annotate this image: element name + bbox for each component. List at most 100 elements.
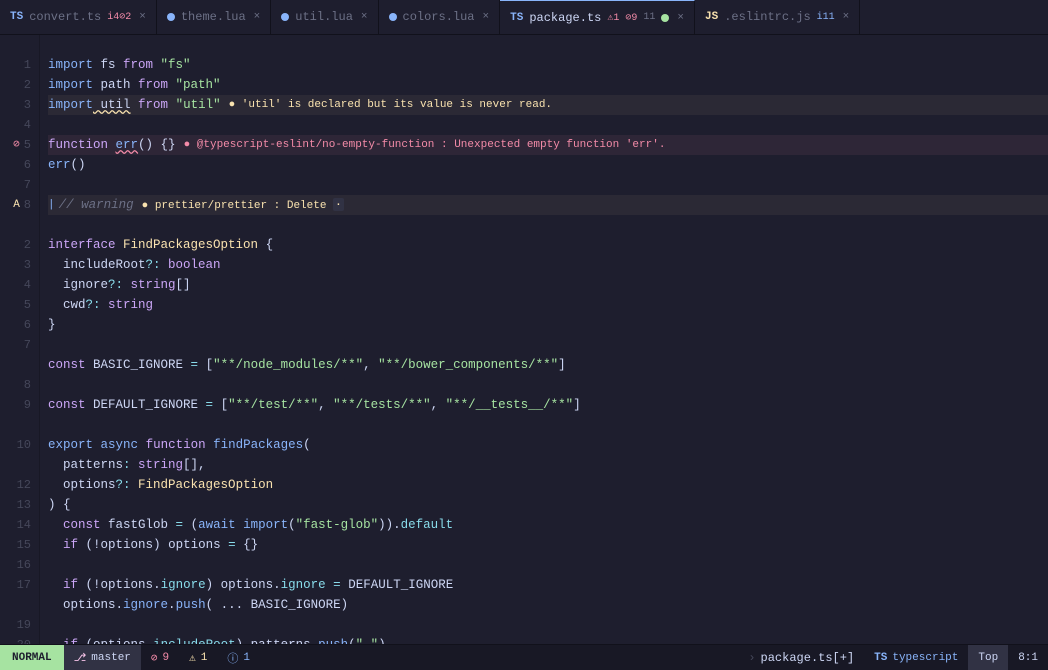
tab-eslintrc-js[interactable]: JS .eslintrc.js i11 × [695,0,860,34]
gutter-line: 20 [4,635,31,644]
status-bar: NORMAL ⎇ master ⊘ 9 ⚠ 1 ⓘ 1 › package.ts… [0,644,1048,670]
code-line: import path from "path" [48,75,1048,95]
warning-count: ⚠ 1 [179,645,217,670]
arrow-right: › [748,651,755,665]
code-line: options?: FindPackagesOption [48,475,1048,495]
code-editor[interactable]: import fs from "fs" import path from "pa… [40,35,1048,644]
tab-label: package.ts [529,11,601,25]
gutter-line: 13 [4,495,31,515]
code-line: cwd?: string [48,295,1048,315]
gutter-line: 8 [4,375,31,395]
tab-label: .eslintrc.js [724,10,810,24]
close-icon[interactable]: × [139,11,146,23]
diagnostic-warn: ● prettier/prettier : Delete · [142,195,344,216]
code-line [48,555,1048,575]
gutter-line: 1 [4,55,31,75]
gutter-line: 5 [4,295,31,315]
ts-status-icon: TS [874,652,887,664]
gutter-line: 6 [4,155,31,175]
code-line: const DEFAULT_IGNORE = ["**/test/**", "*… [48,395,1048,415]
tab-label: colors.lua [403,10,475,24]
close-icon[interactable]: × [843,11,850,23]
code-line: err() [48,155,1048,175]
gutter-line: 16 [4,555,31,575]
code-line [48,415,1048,435]
close-icon[interactable]: × [254,11,261,23]
code-line: ) { [48,495,1048,515]
code-line-warn: |// warning ● prettier/prettier : Delete… [48,195,1048,215]
breadcrumb-text: package.ts[+] [761,651,855,665]
close-icon[interactable]: × [483,11,490,23]
error-num: 9 [163,652,170,664]
gutter-line: 7 [4,175,31,195]
lua-icon [281,13,289,21]
gutter-line-warn: A 8 [4,195,31,215]
breadcrumb: › package.ts[+] [738,645,864,670]
gutter-line: 2 [4,75,31,95]
editor-container: 1 2 3 4 ⊘ 5 6 7 A 8 2 3 4 5 6 7 8 9 10 1… [0,35,1048,644]
scroll-position: Top [968,645,1008,670]
gutter-line: 3 [4,255,31,275]
lua-icon [167,13,175,21]
gutter-line: 3 [4,95,31,115]
ts-icon: TS [510,12,523,24]
code-line-warn: import util from "util" ● 'util' is decl… [48,95,1048,115]
gutter-line [4,595,31,615]
filetype-label: typescript [892,652,958,664]
code-line [48,375,1048,395]
mode-label: NORMAL [12,652,52,664]
error-icon: ⊘ [13,135,20,155]
tab-colors-lua[interactable]: colors.lua × [379,0,501,34]
gutter-line: 9 [4,395,31,415]
tab-badge-warn: ⚠1 [607,12,619,24]
error-count: ⊘ 9 [141,645,179,670]
gutter-line: 12 [4,475,31,495]
warning-num: 1 [201,652,208,664]
warning-icon: ⚠ [189,651,196,665]
code-line: patterns: string[], [48,455,1048,475]
lua-icon [389,13,397,21]
code-line: if (!options.ignore) options.ignore = DE… [48,575,1048,595]
line-col: 8:1 [1018,652,1038,664]
branch-name: master [91,652,131,664]
scroll-label: Top [978,652,998,664]
gutter-line: 14 [4,515,31,535]
tab-badge-info: i11 [817,12,835,23]
tab-label: convert.ts [29,10,101,24]
tab-util-lua[interactable]: util.lua × [271,0,378,34]
code-line [48,35,1048,55]
close-icon[interactable]: × [361,11,368,23]
code-line [48,115,1048,135]
tab-label: theme.lua [181,10,246,24]
gutter-line: 2 [4,235,31,255]
branch-icon: ⎇ [74,651,87,665]
gutter-line-error: ⊘ 5 [4,135,31,155]
diagnostic-warn: ● 'util' is declared but its value is ne… [229,95,552,115]
tab-package-ts[interactable]: TS package.ts ⚠1 ⊘9 11 × [500,0,695,34]
gutter-line: 7 [4,335,31,355]
close-icon[interactable]: × [677,12,684,24]
diagnostic-error: ● @typescript-eslint/no-empty-function :… [184,135,666,155]
gutter-line: 4 [4,275,31,295]
tab-badge-err: ⊘9 [625,12,637,24]
tab-badge-info: 11 [643,12,655,23]
code-line: const fastGlob = (await import("fast-glo… [48,515,1048,535]
filetype-indicator: TS typescript [864,645,968,670]
tab-convert-ts[interactable]: TS convert.ts i4⊘2 × [0,0,157,34]
cursor-position: 8:1 [1008,645,1048,670]
code-line: includeRoot?: boolean [48,255,1048,275]
gutter-line: 15 [4,535,31,555]
code-line: export async function findPackages( [48,435,1048,455]
tab-bar: TS convert.ts i4⊘2 × theme.lua × util.lu… [0,0,1048,35]
gutter-line: 10 [4,435,31,455]
code-line: if (!options) options = {} [48,535,1048,555]
tab-badge: i4⊘2 [107,11,131,23]
code-line: options.ignore.push( ... BASIC_IGNORE) [48,595,1048,615]
gutter-line [4,215,31,235]
gutter-line [4,35,31,55]
gutter-line [4,455,31,475]
gutter-line: 17 [4,575,31,595]
tab-theme-lua[interactable]: theme.lua × [157,0,271,34]
error-icon: ⊘ [151,651,158,665]
code-line: ignore?: string[] [48,275,1048,295]
